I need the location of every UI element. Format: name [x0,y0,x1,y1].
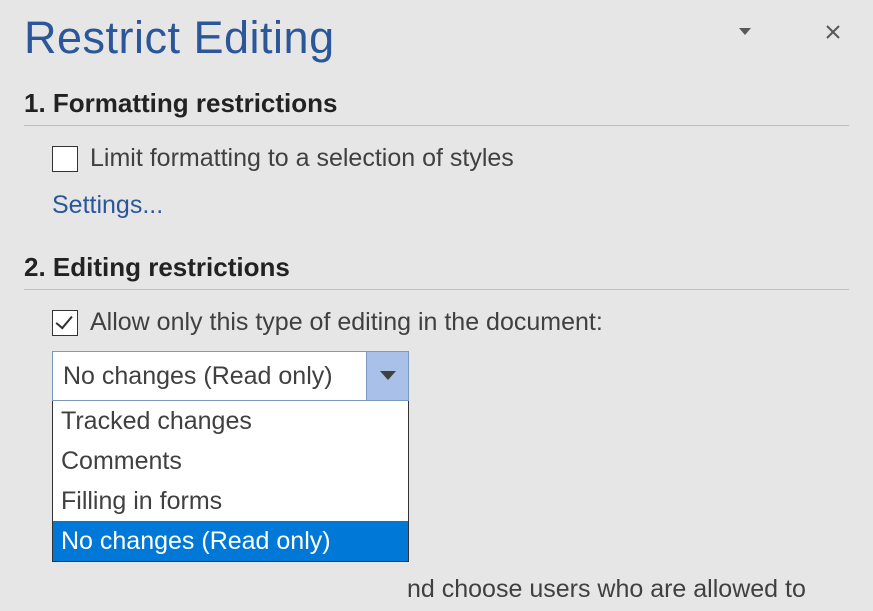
chevron-down-icon[interactable] [366,352,408,400]
option-no-changes[interactable]: No changes (Read only) [53,521,408,561]
section-formatting-heading: 1. Formatting restrictions [24,88,849,126]
pane-options-button[interactable] [733,20,757,44]
editing-type-combo[interactable]: No changes (Read only) Tracked changes C… [52,351,409,562]
pane-title: Restrict Editing [24,12,335,64]
close-icon[interactable] [821,20,845,44]
editing-type-value: No changes (Read only) [53,352,366,400]
limit-formatting-label: Limit formatting to a selection of style… [90,144,514,173]
allow-only-editing-label: Allow only this type of editing in the d… [90,308,603,337]
option-comments[interactable]: Comments [53,441,408,481]
exceptions-hint-fragment: nd choose users who are allowed to [407,575,806,604]
settings-link[interactable]: Settings... [52,191,849,220]
editing-type-dropdown: Tracked changes Comments Filling in form… [52,401,409,562]
allow-only-editing-checkbox[interactable] [52,310,78,336]
option-filling-forms[interactable]: Filling in forms [53,481,408,521]
section-editing-heading: 2. Editing restrictions [24,252,849,290]
limit-formatting-checkbox[interactable] [52,146,78,172]
option-tracked-changes[interactable]: Tracked changes [53,401,408,441]
